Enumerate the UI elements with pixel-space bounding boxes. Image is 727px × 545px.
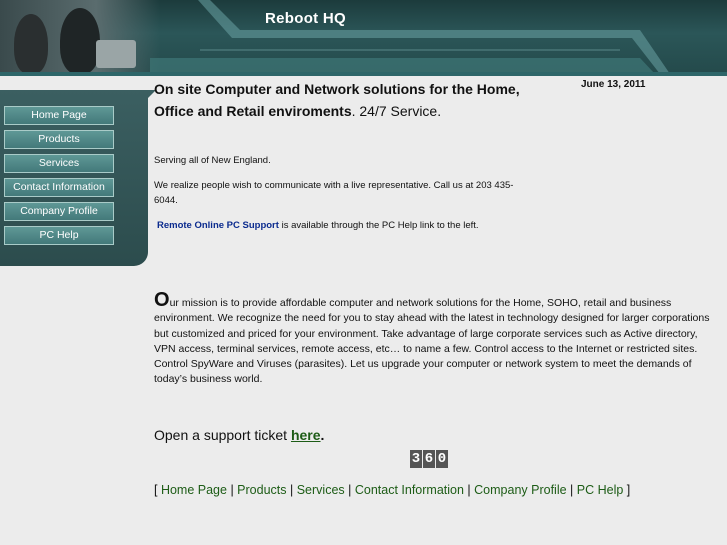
header-divider	[0, 72, 727, 76]
ticket-here-link[interactable]: here	[291, 427, 321, 443]
footer-bracket-close: ]	[623, 483, 631, 497]
counter-digit: 0	[436, 450, 448, 468]
sidebar-item-company-profile[interactable]: Company Profile	[4, 202, 114, 221]
site-title: Reboot HQ	[265, 10, 347, 27]
ticket-period: .	[320, 427, 325, 443]
support-ticket-line: Open a support ticket here.	[154, 427, 324, 443]
header-stripes	[150, 0, 670, 74]
footer-link-home-page[interactable]: Home Page	[161, 483, 227, 497]
remote-support-text: is available through the PC Help link to…	[278, 220, 479, 231]
sidebar-item-home-page[interactable]: Home Page	[4, 106, 114, 125]
mission-dropcap: O	[154, 289, 170, 311]
footer-link-services[interactable]: Services	[297, 483, 345, 497]
hit-counter: 3 6 0	[410, 450, 449, 468]
call-text: We realize people wish to communicate wi…	[154, 180, 514, 206]
lede-bold-text: On site Computer and Network solutions f…	[154, 81, 520, 119]
header-banner: Reboot HQ	[0, 0, 727, 74]
sidebar-item-products[interactable]: Products	[4, 130, 114, 149]
footer-link-contact-information[interactable]: Contact Information	[355, 483, 464, 497]
footer-link-company-profile[interactable]: Company Profile	[474, 483, 566, 497]
footer-bracket-open: [	[154, 483, 161, 497]
lede-paragraph: On site Computer and Network solutions f…	[154, 78, 524, 122]
sidebar-nav: Home Page Products Services Contact Info…	[4, 106, 114, 250]
remote-support-link[interactable]: Remote Online PC Support	[157, 220, 279, 231]
footer-separator: |	[566, 483, 577, 497]
counter-digit: 3	[410, 450, 422, 468]
serving-text: Serving all of New England.	[154, 155, 271, 166]
date-text: June 13, 2011	[581, 79, 646, 90]
ticket-text: Open a support ticket	[154, 427, 291, 443]
footer-separator: |	[463, 483, 475, 497]
footer-nav: [ Home Page | Products | Services | Cont…	[154, 483, 630, 497]
sidebar-item-pc-help[interactable]: PC Help	[4, 226, 114, 245]
mission-paragraph: Our mission is to provide affordable com…	[154, 290, 710, 388]
sidebar-item-contact-information[interactable]: Contact Information	[4, 178, 114, 197]
footer-link-products[interactable]: Products	[237, 483, 286, 497]
footer-separator: |	[286, 483, 297, 497]
lede-rest-text: . 24/7 Service.	[351, 103, 442, 119]
counter-digit: 6	[423, 450, 435, 468]
sidebar-item-services[interactable]: Services	[4, 154, 114, 173]
footer-link-pc-help[interactable]: PC Help	[577, 483, 624, 497]
mission-text: ur mission is to provide affordable comp…	[154, 297, 710, 386]
footer-separator: |	[226, 483, 238, 497]
remote-support-paragraph: Remote Online PC Support is available th…	[157, 218, 517, 233]
footer-separator: |	[344, 483, 355, 497]
